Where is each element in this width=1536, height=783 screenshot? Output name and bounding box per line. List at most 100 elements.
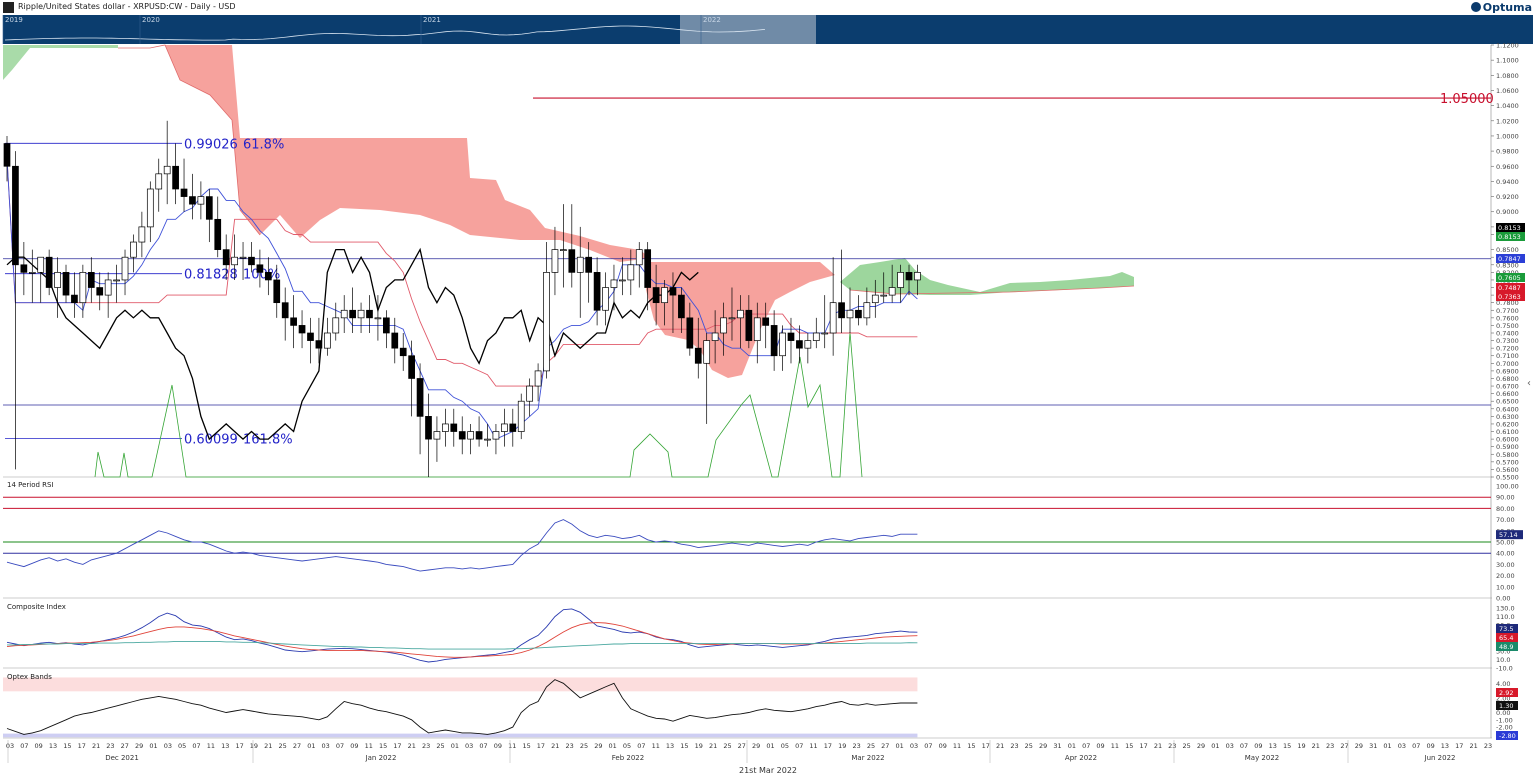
price-tick-label: 1.0000	[1496, 132, 1519, 140]
candle-body	[290, 317, 297, 326]
candle-body	[96, 287, 104, 296]
candle-body	[155, 173, 163, 190]
date-tick-label: 05	[781, 742, 789, 750]
price-marker-label: 0.8153	[1498, 224, 1521, 232]
price-tick-label: 0.9000	[1496, 208, 1519, 216]
candle-body	[315, 340, 323, 349]
date-tick-label: 25	[723, 742, 731, 750]
candle-body	[753, 317, 761, 341]
candle-body	[391, 332, 399, 349]
date-tick-label: 21	[1470, 742, 1478, 750]
date-tick-label: 15	[379, 742, 387, 750]
rsi-tick-label: 50.00	[1496, 539, 1515, 547]
candle-body	[652, 287, 660, 304]
optex-value-label: -2.80	[1499, 732, 1516, 740]
date-tick-label: 13	[221, 742, 229, 750]
fib-percent-label: 161.8%	[243, 432, 293, 447]
date-tick-label: 29	[1197, 742, 1205, 750]
date-tick-label: 21	[551, 742, 559, 750]
optex-title: Optex Bands	[7, 673, 52, 681]
candle-body	[568, 249, 576, 273]
candle-body	[205, 196, 213, 220]
candle-body	[526, 385, 534, 402]
date-tick-label: 25	[279, 742, 287, 750]
date-tick-label: 03	[164, 742, 172, 750]
candle-body	[79, 272, 87, 304]
rsi-tick-label: 10.00	[1496, 583, 1515, 591]
optex-upper-band	[3, 677, 918, 692]
candle-body	[273, 279, 281, 304]
date-tick-label: 03	[465, 742, 473, 750]
collapse-panel-icon: ‹	[1527, 378, 1531, 389]
date-tick-label: 21	[996, 742, 1004, 750]
candle-body	[871, 294, 879, 304]
date-tick-label: 19	[838, 742, 846, 750]
candle-body	[534, 370, 542, 387]
candle-body	[694, 347, 702, 364]
date-tick-label: 27	[121, 742, 129, 750]
composite-tick-label: 10.0	[1496, 656, 1510, 664]
candle-body	[357, 309, 365, 319]
price-tick-label: 1.0200	[1496, 117, 1519, 125]
price-tick-label: 1.0600	[1496, 87, 1519, 95]
candle-body	[425, 416, 432, 440]
candle-body	[492, 431, 500, 440]
candle-body	[509, 423, 517, 432]
month-label: Jan 2022	[365, 754, 397, 762]
candle-body	[796, 340, 803, 349]
ichimoku-cloud	[3, 44, 1135, 378]
date-tick-label: 27	[1340, 742, 1348, 750]
date-tick-label: 07	[1412, 742, 1420, 750]
month-label: Jun 2022	[1424, 754, 1456, 762]
candle-body	[239, 256, 247, 259]
candle-body	[264, 272, 272, 281]
candle-body	[113, 279, 120, 282]
rsi-tick-label: 100.00	[1496, 483, 1519, 491]
candle-body	[635, 249, 643, 266]
date-tick-label: 13	[49, 742, 57, 750]
candle-body	[121, 256, 129, 281]
date-tick-label: 31	[1369, 742, 1377, 750]
candle-body	[332, 317, 340, 334]
candle-body	[20, 264, 28, 273]
rsi-tick-label: 20.00	[1496, 572, 1515, 580]
date-tick-label: 17	[393, 742, 401, 750]
rsi-tick-label: 0.00	[1496, 595, 1510, 603]
optex-value-label: 2.92	[1499, 689, 1513, 697]
candle-body	[669, 287, 677, 296]
date-tick-label: 07	[192, 742, 200, 750]
candle-body	[62, 272, 70, 296]
date-tick-label: 09	[1426, 742, 1434, 750]
candle-body	[433, 431, 441, 440]
date-tick-label: 21	[92, 742, 100, 750]
candle-body	[323, 332, 331, 349]
date-tick-label: 23	[1168, 742, 1176, 750]
candle-body	[829, 302, 837, 334]
rsi-tick-label: 30.00	[1496, 561, 1515, 569]
date-tick-label: 09	[35, 742, 43, 750]
candle-body	[804, 340, 812, 349]
candle-body	[172, 165, 179, 190]
date-tick-label: 03	[1398, 742, 1406, 750]
date-tick-label: 17	[1139, 742, 1147, 750]
date-tick-label: 17	[235, 742, 243, 750]
candle-body	[517, 400, 525, 432]
candle-body	[779, 332, 786, 357]
date-tick-label: 01	[451, 742, 459, 750]
candle-body	[71, 294, 78, 304]
composite-value-label: 48.9	[1499, 643, 1513, 651]
date-tick-label: 07	[1082, 742, 1090, 750]
candle-body	[880, 294, 888, 297]
candle-body	[374, 317, 382, 320]
price-marker-label: 0.8153	[1498, 233, 1521, 241]
candle-body	[745, 309, 753, 341]
composite-index-line	[6, 608, 918, 663]
rsi-value-label: 57.14	[1499, 531, 1518, 539]
date-tick-label: 21	[264, 742, 272, 750]
chart-canvas[interactable]: 2019 2020 2021 2022 1.05000 0.99026 61.8% 0.818…	[0, 0, 1536, 783]
date-tick-label: 23	[1010, 742, 1018, 750]
candle-body	[821, 332, 829, 335]
date-tick-label: 11	[1111, 742, 1119, 750]
month-label: May 2022	[1245, 754, 1280, 762]
candle-body	[914, 272, 921, 281]
